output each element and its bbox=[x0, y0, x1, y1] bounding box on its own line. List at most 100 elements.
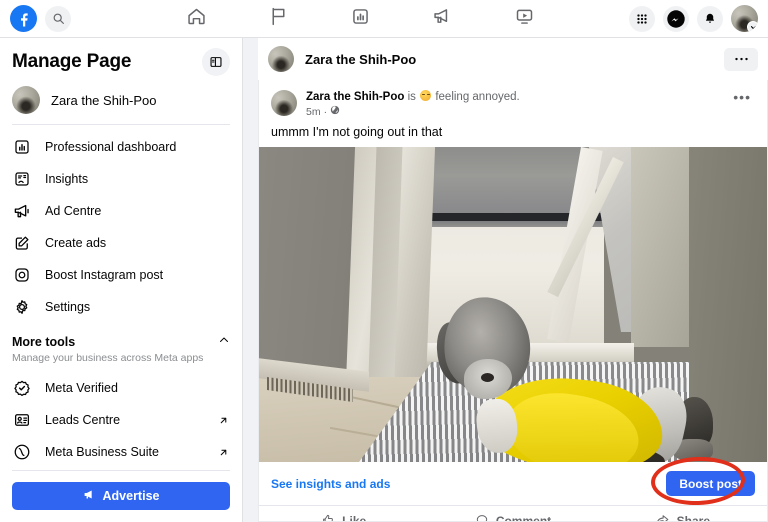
nav-tabs bbox=[91, 1, 629, 37]
sidebar-menu: Professional dashboard Insights Ad Centr… bbox=[0, 125, 242, 323]
post-more-button[interactable]: ••• bbox=[729, 90, 755, 104]
facebook-page-manager-window: Manage Page Zara the Shih-Poo Profession… bbox=[0, 0, 768, 522]
panel-layout-icon[interactable] bbox=[202, 48, 230, 76]
sidebar-item-settings[interactable]: Settings bbox=[0, 291, 242, 323]
insights-icon bbox=[12, 169, 32, 189]
nav-right-actions bbox=[629, 5, 758, 32]
sidebar-item-label: Create ads bbox=[45, 236, 107, 250]
comment-bubble-icon bbox=[475, 513, 489, 521]
sidebar-item-label: Meta Verified bbox=[45, 381, 118, 395]
top-navigation-bar bbox=[0, 0, 768, 38]
share-label: Share bbox=[676, 514, 710, 522]
post-feeling-prefix: is bbox=[407, 91, 416, 103]
facebook-logo-icon[interactable] bbox=[10, 5, 37, 32]
sidebar-page-name: Zara the Shih-Poo bbox=[51, 92, 157, 108]
dog-avatar-icon bbox=[12, 86, 40, 114]
annoyed-face-emoji bbox=[420, 90, 432, 101]
more-tools-menu: Meta Verified Leads Centre Meta Business… bbox=[0, 366, 242, 468]
more-tools-title: More tools bbox=[12, 335, 76, 349]
external-link-icon bbox=[216, 413, 230, 427]
post-body-text: ummm I'm not going out in that bbox=[271, 125, 443, 139]
see-insights-and-ads-link[interactable]: See insights and ads bbox=[271, 477, 390, 491]
like-label: Like bbox=[342, 514, 367, 522]
external-link-icon bbox=[216, 445, 230, 459]
share-arrow-icon bbox=[655, 512, 670, 521]
sidebar-item-meta-business-suite[interactable]: Meta Business Suite bbox=[0, 436, 242, 468]
home-icon bbox=[186, 6, 207, 32]
sidebar-item-label: Settings bbox=[45, 300, 91, 314]
share-button[interactable]: Share bbox=[598, 512, 767, 522]
manage-page-sidebar: Manage Page Zara the Shih-Poo Profession… bbox=[0, 38, 243, 522]
chevron-up-icon[interactable] bbox=[218, 333, 230, 351]
nav-tab-home[interactable] bbox=[155, 1, 237, 37]
post-timestamp-row: 5m · bbox=[306, 105, 520, 118]
comment-label: Comment bbox=[495, 514, 552, 522]
page-header-bar: Zara the Shih-Poo bbox=[258, 38, 768, 80]
post-actions-bar: Like Comment Share bbox=[259, 506, 767, 522]
globe-icon[interactable] bbox=[330, 105, 340, 118]
messenger-icon[interactable] bbox=[663, 5, 689, 32]
nav-tab-pages[interactable] bbox=[237, 1, 319, 37]
sidebar-item-professional-dashboard[interactable]: Professional dashboard bbox=[0, 131, 242, 163]
sidebar-item-insights[interactable]: Insights bbox=[0, 163, 242, 195]
boost-post-button[interactable]: Boost post bbox=[666, 471, 755, 496]
post-author-name[interactable]: Zara the Shih-Poo bbox=[306, 91, 404, 103]
post-author-line: Zara the Shih-Poo is feeling annoyed. bbox=[306, 90, 520, 104]
contact-card-icon bbox=[12, 410, 32, 430]
post-card: Zara the Shih-Poo is feeling annoyed. 5m… bbox=[258, 80, 768, 522]
chevron-down-icon bbox=[747, 21, 758, 32]
sidebar-item-label: Leads Centre bbox=[45, 413, 121, 427]
sidebar-item-leads-centre[interactable]: Leads Centre bbox=[0, 404, 242, 436]
pencil-square-icon bbox=[12, 233, 32, 253]
nav-tab-video[interactable] bbox=[483, 1, 565, 37]
nav-tab-professional-dashboard[interactable] bbox=[319, 1, 401, 37]
advertise-button[interactable]: Advertise bbox=[12, 482, 230, 510]
post-meta: Zara the Shih-Poo is feeling annoyed. 5m… bbox=[306, 90, 520, 118]
main-content: Zara the Shih-Poo Zara the Shih-Poo is f… bbox=[244, 38, 768, 522]
more-tools-subtitle: Manage your business across Meta apps bbox=[12, 352, 204, 364]
post-insights-bar: See insights and ads Boost post bbox=[259, 462, 767, 506]
more-tools-toggle[interactable]: More tools bbox=[12, 333, 230, 351]
comment-button[interactable]: Comment bbox=[428, 513, 597, 522]
bar-chart-icon bbox=[350, 6, 371, 32]
search-input[interactable] bbox=[45, 5, 71, 32]
more-tools-section: More tools Manage your business across M… bbox=[0, 323, 242, 366]
post-header: Zara the Shih-Poo is feeling annoyed. 5m… bbox=[259, 80, 767, 118]
sidebar-footer-divider bbox=[12, 470, 230, 471]
video-screen-icon bbox=[514, 6, 535, 32]
avatar[interactable] bbox=[731, 5, 758, 32]
page-header-more-button[interactable] bbox=[724, 47, 758, 71]
instagram-icon bbox=[12, 265, 32, 285]
sidebar-item-label: Meta Business Suite bbox=[45, 445, 159, 459]
bar-chart-icon bbox=[12, 137, 32, 157]
sidebar-header: Manage Page bbox=[0, 38, 242, 80]
gear-icon bbox=[12, 297, 32, 317]
meta-infinity-icon bbox=[12, 442, 32, 462]
page-title: Manage Page bbox=[12, 51, 132, 72]
page-header-name: Zara the Shih-Poo bbox=[305, 51, 417, 67]
sidebar-item-boost-instagram-post[interactable]: Boost Instagram post bbox=[0, 259, 242, 291]
sidebar-item-meta-verified[interactable]: Meta Verified bbox=[0, 372, 242, 404]
sidebar-footer: Advertise bbox=[0, 470, 242, 522]
megaphone-icon bbox=[83, 488, 96, 504]
megaphone-icon bbox=[432, 6, 453, 32]
advertise-button-label: Advertise bbox=[102, 489, 160, 503]
sidebar-page-profile[interactable]: Zara the Shih-Poo bbox=[0, 80, 242, 124]
nav-tab-ad-centre[interactable] bbox=[401, 1, 483, 37]
bell-icon[interactable] bbox=[697, 5, 723, 32]
flag-icon bbox=[268, 6, 289, 32]
grid-dots-icon[interactable] bbox=[629, 5, 655, 32]
dog-avatar-icon[interactable] bbox=[271, 90, 297, 116]
like-button[interactable]: Like bbox=[259, 513, 428, 522]
post-separator: · bbox=[323, 105, 328, 118]
post-feeling-text: feeling annoyed. bbox=[435, 91, 520, 103]
verified-badge-icon bbox=[12, 378, 32, 398]
sidebar-item-ad-centre[interactable]: Ad Centre bbox=[0, 195, 242, 227]
dog-avatar-icon[interactable] bbox=[268, 46, 294, 72]
sidebar-item-label: Insights bbox=[45, 172, 89, 186]
sidebar-item-label: Boost Instagram post bbox=[45, 268, 164, 282]
post-timestamp[interactable]: 5m bbox=[306, 106, 321, 118]
sidebar-item-create-ads[interactable]: Create ads bbox=[0, 227, 242, 259]
dog-in-yellow-raincoat-photo[interactable] bbox=[259, 147, 767, 462]
thumbs-up-icon bbox=[321, 513, 335, 521]
